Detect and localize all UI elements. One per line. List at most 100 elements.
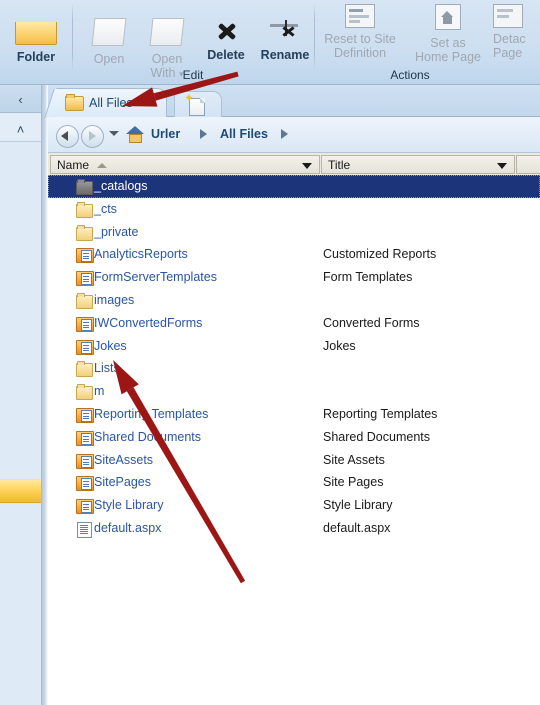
file-title-cell: default.aspx (323, 521, 391, 535)
table-row[interactable]: _catalogs (48, 175, 540, 198)
ribbon-button-detach-label-line2: Page (493, 46, 523, 60)
column-filter-title-icon[interactable] (497, 163, 507, 169)
column-filter-name-icon[interactable] (302, 163, 312, 169)
folder-icon (76, 293, 93, 309)
home-icon[interactable] (126, 125, 145, 144)
folder-icon (76, 384, 93, 401)
ribbon-button-delete-label: Delete (207, 48, 245, 62)
file-title-cell: Site Pages (323, 475, 384, 490)
table-row[interactable]: IWConvertedForms Converted Forms (48, 312, 540, 335)
file-title-cell: Style Library (323, 498, 393, 513)
file-title-cell: Form Templates (323, 270, 413, 285)
file-name-cell[interactable]: Style Library (94, 498, 163, 512)
ribbon-button-delete[interactable]: Delete (199, 18, 253, 62)
file-name-cell[interactable]: Jokes (94, 339, 127, 353)
open-with-icon (149, 18, 185, 46)
library-folder-icon (76, 453, 94, 469)
library-folder-icon (76, 316, 94, 332)
table-row[interactable]: Jokes Jokes (48, 335, 540, 358)
ribbon-group-actions-label: Actions (390, 68, 430, 82)
file-name-cell[interactable]: Lists (94, 361, 120, 375)
file-title-cell: Site Assets (323, 452, 385, 467)
library-folder-icon (76, 339, 94, 355)
aspx-page-icon (76, 521, 93, 538)
ribbon-group-new: Folder (0, 0, 72, 84)
file-name-cell[interactable]: IWConvertedForms (94, 316, 202, 330)
file-name-cell[interactable]: images (94, 293, 134, 307)
file-name-cell[interactable]: Shared Documents (94, 430, 201, 444)
sort-ascending-icon (97, 163, 107, 168)
detach-page-icon (493, 4, 523, 28)
ribbon-button-set-as-home-page[interactable]: Set as Home Page (407, 4, 489, 64)
tab-all-files[interactable]: All Files (55, 88, 167, 117)
table-row[interactable]: SitePages Site Pages (48, 471, 540, 494)
file-list[interactable]: _catalogs _cts _private AnalyticsReports Cus… (48, 175, 540, 705)
file-title-cell: Shared Documents (323, 429, 431, 444)
library-folder-icon (76, 407, 94, 423)
ribbon-button-detach-label-line1: Detac (493, 32, 526, 46)
table-row[interactable]: Reporting Templates Reporting Templates (48, 403, 540, 426)
table-row[interactable]: Style Library Style Library (48, 494, 540, 517)
breadcrumb-item-all-files[interactable]: All Files (220, 127, 268, 141)
file-name-cell[interactable]: SiteAssets (94, 453, 153, 467)
ribbon-button-reset-label-line1: Reset to Site (324, 32, 396, 46)
table-row[interactable]: _cts (48, 198, 540, 221)
table-row[interactable]: m (48, 380, 540, 403)
library-folder-icon (76, 247, 94, 264)
file-name-cell[interactable]: m (94, 384, 104, 398)
ribbon-button-folder[interactable]: Folder (4, 22, 68, 64)
rail-selected-item[interactable] (0, 479, 41, 503)
ribbon-group-edit: Open Open With ▾ Delete Rename Edit (73, 0, 313, 84)
table-row[interactable]: SiteAssets Site Assets (48, 449, 540, 472)
table-row[interactable]: Lists (48, 357, 540, 380)
file-name-cell[interactable]: _cts (94, 202, 117, 216)
file-name-cell[interactable]: AnalyticsReports (94, 247, 188, 261)
file-name-cell[interactable]: _private (94, 225, 138, 239)
column-header-extra[interactable] (516, 155, 540, 174)
folder-icon (65, 94, 84, 111)
file-name-cell[interactable]: Reporting Templates (94, 407, 208, 421)
open-file-icon (91, 18, 127, 46)
delete-x-icon (209, 18, 243, 44)
library-folder-icon (76, 270, 94, 287)
navigation-rail: ‹ ˄ (0, 85, 42, 705)
column-header-title-label: Title (328, 158, 351, 172)
table-row[interactable]: FormServerTemplates Form Templates (48, 266, 540, 289)
folder-icon (76, 201, 93, 218)
ribbon-button-detach-page[interactable]: Detac Page (493, 4, 540, 60)
reset-site-icon (345, 4, 375, 28)
history-dropdown-icon[interactable] (109, 131, 119, 136)
ribbon-button-open-with-label-line1: Open (151, 52, 183, 66)
breadcrumb-separator-1 (200, 129, 207, 139)
ribbon-button-folder-label: Folder (16, 50, 56, 64)
library-folder-icon (76, 430, 94, 446)
collapse-panel-button[interactable]: ‹ (0, 85, 41, 113)
file-name-cell[interactable]: SitePages (94, 475, 151, 489)
file-name-cell[interactable]: FormServerTemplates (94, 270, 217, 284)
table-row[interactable]: default.aspx default.aspx (48, 517, 540, 540)
ribbon-button-rename-label: Rename (260, 48, 310, 62)
scroll-up-button[interactable]: ˄ (0, 114, 41, 142)
back-button[interactable] (56, 125, 79, 148)
ribbon-button-reset-to-site-definition[interactable]: Reset to Site Definition (319, 4, 401, 60)
folder-icon (76, 361, 93, 378)
table-row[interactable]: _private (48, 221, 540, 244)
tab-all-files-label: All Files (89, 96, 133, 110)
file-title-cell: Reporting Templates (323, 407, 438, 421)
table-row[interactable]: AnalyticsReports Customized Reports (48, 243, 540, 266)
forward-button[interactable] (81, 125, 104, 148)
new-tab-button[interactable]: ✦ (174, 91, 222, 118)
library-folder-icon (76, 498, 94, 515)
breadcrumb-item-site[interactable]: Urler (151, 127, 180, 141)
ribbon-button-open[interactable]: Open (83, 18, 135, 66)
file-title-cell: Jokes (323, 338, 356, 353)
column-header-name-label: Name (57, 158, 90, 172)
column-header-name[interactable]: Name (50, 155, 320, 174)
file-name-cell[interactable]: default.aspx (94, 521, 161, 535)
column-header-title[interactable]: Title (321, 155, 515, 174)
table-row[interactable]: Shared Documents Shared Documents (48, 426, 540, 449)
folder-icon (76, 224, 93, 241)
table-row[interactable]: images (48, 289, 540, 312)
ribbon-button-rename[interactable]: Rename (255, 18, 315, 62)
file-name-cell[interactable]: _catalogs (94, 179, 148, 193)
